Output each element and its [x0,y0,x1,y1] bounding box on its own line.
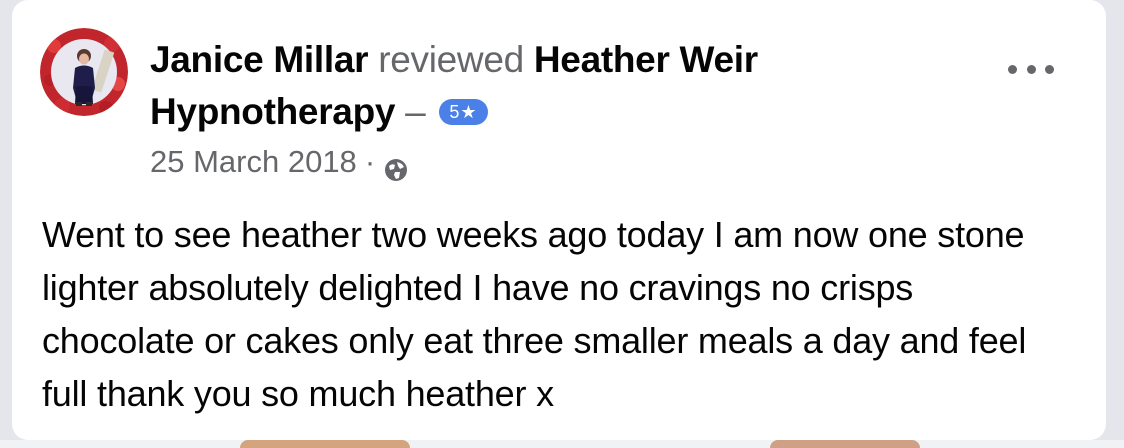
more-dot [1045,64,1054,74]
review-date[interactable]: 25 March 2018 [150,140,357,184]
review-card: Janice Millar reviewed Heather Weir Hypn… [12,0,1106,440]
review-verb: reviewed [378,39,524,80]
more-dot [1026,64,1036,74]
review-meta: 25 March 2018 · [150,140,409,184]
review-text: Went to see heather two weeks ago today … [42,214,1027,414]
preview-image-fragment [770,440,920,448]
avatar-photo [40,28,128,116]
next-post-preview [0,440,1124,448]
more-dot [1008,64,1017,74]
more-options-icon[interactable] [1008,56,1054,82]
author-name[interactable]: Janice Millar [150,39,369,80]
meta-separator: · [364,144,376,179]
avatar[interactable] [40,28,128,116]
preview-image-fragment [240,440,410,448]
header-dash: – [405,91,426,132]
globe-icon[interactable] [383,151,409,181]
review-header: Janice Millar reviewed Heather Weir Hypn… [150,34,990,138]
rating-badge: 5★ [439,99,488,125]
